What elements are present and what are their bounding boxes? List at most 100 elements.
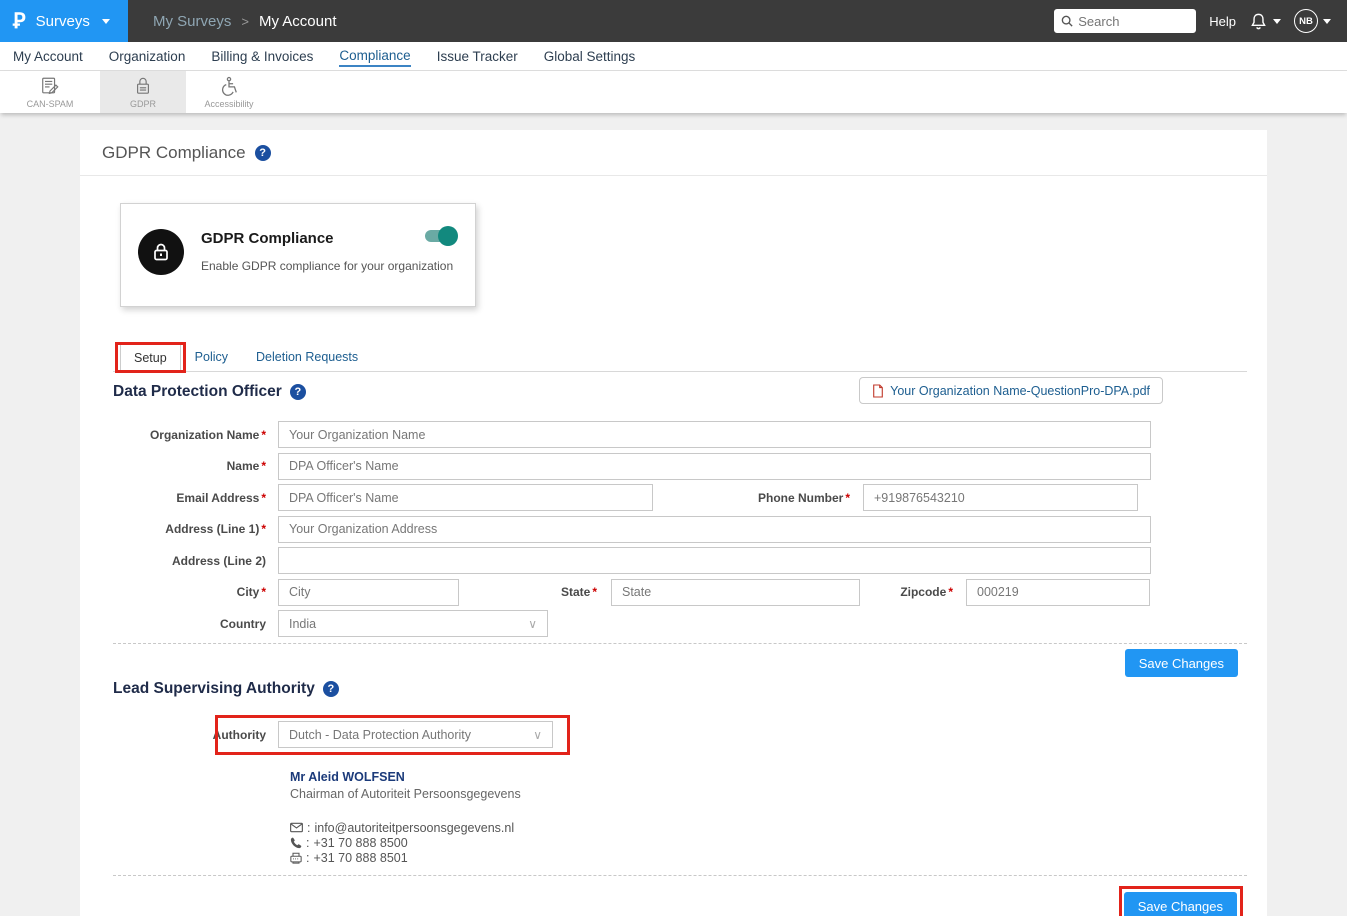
separator: : bbox=[306, 836, 309, 850]
lsa-section: Lead Supervising Authority ? Authority D… bbox=[80, 680, 1267, 916]
field-label: Name* bbox=[113, 459, 278, 473]
form-row-city-state-zip: City* State* Zipcode* bbox=[113, 579, 1247, 606]
field-label: City* bbox=[113, 585, 278, 599]
contact-fax: +31 70 888 8501 bbox=[313, 851, 407, 865]
form-row-email-phone: Email Address* Phone Number* bbox=[113, 484, 1247, 511]
nav-tab-my-account[interactable]: My Account bbox=[13, 47, 83, 66]
subtab-label: CAN-SPAM bbox=[27, 99, 74, 109]
phone-field[interactable] bbox=[863, 484, 1138, 511]
nav-tab-billing-invoices[interactable]: Billing & Invoices bbox=[211, 47, 313, 66]
separator: : bbox=[307, 821, 310, 835]
email-field[interactable] bbox=[278, 484, 653, 511]
field-label: Address (Line 2) bbox=[113, 554, 278, 568]
lsa-heading-row: Lead Supervising Authority ? bbox=[113, 680, 1247, 698]
setup-tabs: Setup Policy Deletion Requests bbox=[113, 343, 1247, 372]
gdpr-toggle[interactable] bbox=[425, 230, 455, 242]
state-field[interactable] bbox=[611, 579, 860, 606]
subtab-label: Accessibility bbox=[204, 99, 253, 109]
questionpro-logo: Ꝑ bbox=[13, 9, 26, 34]
section-divider bbox=[113, 875, 1247, 876]
account-menu[interactable]: NB bbox=[1294, 9, 1331, 33]
feature-card-title: GDPR Compliance bbox=[201, 230, 334, 247]
authority-value: Dutch - Data Protection Authority bbox=[289, 728, 471, 742]
tab-setup[interactable]: Setup bbox=[120, 344, 181, 372]
wheelchair-icon bbox=[219, 76, 239, 96]
chevron-down-icon bbox=[1323, 19, 1331, 24]
subtab-accessibility[interactable]: Accessibility bbox=[186, 71, 272, 113]
field-label: Country bbox=[113, 617, 278, 631]
nav-tab-compliance[interactable]: Compliance bbox=[339, 46, 410, 67]
notifications-button[interactable] bbox=[1249, 12, 1281, 31]
field-label: Zipcode* bbox=[860, 585, 966, 599]
search-input[interactable] bbox=[1078, 14, 1188, 29]
avatar: NB bbox=[1294, 9, 1318, 33]
authority-contact-card: Mr Aleid WOLFSEN Chairman of Autoriteit … bbox=[290, 770, 1247, 865]
page-title-row: GDPR Compliance ? bbox=[80, 130, 1267, 176]
address-line2-field[interactable] bbox=[278, 547, 1151, 574]
subtab-gdpr[interactable]: GDPR bbox=[100, 71, 186, 113]
address-line1-field[interactable] bbox=[278, 516, 1151, 543]
help-icon[interactable]: ? bbox=[323, 681, 339, 697]
chevron-down-icon bbox=[1273, 19, 1281, 24]
chevron-down-icon: ∨ bbox=[528, 617, 537, 631]
help-icon[interactable]: ? bbox=[255, 145, 271, 161]
name-field[interactable] bbox=[278, 453, 1151, 480]
lsa-save-row: Save Changes bbox=[113, 892, 1247, 916]
document-pencil-icon bbox=[40, 76, 60, 96]
gdpr-compliance-panel: GDPR Compliance ? GDPR Compliance Enable… bbox=[80, 130, 1267, 916]
field-label: State* bbox=[459, 585, 611, 599]
account-nav: My Account Organization Billing & Invoic… bbox=[0, 42, 1347, 71]
organization-name-field[interactable] bbox=[278, 421, 1151, 448]
help-link[interactable]: Help bbox=[1209, 14, 1236, 29]
subtab-can-spam[interactable]: CAN-SPAM bbox=[0, 71, 100, 113]
breadcrumb-separator: > bbox=[241, 14, 249, 29]
city-field[interactable] bbox=[278, 579, 459, 606]
padlock-icon bbox=[134, 76, 152, 96]
product-name: Surveys bbox=[36, 13, 90, 30]
contact-fax-line: : +31 70 888 8501 bbox=[290, 850, 1247, 865]
form-row-address1: Address (Line 1)* bbox=[113, 516, 1247, 543]
top-bar: Ꝑ Surveys My Surveys > My Account Help N… bbox=[0, 0, 1347, 42]
form-row-country: Country India ∨ bbox=[113, 610, 1247, 637]
dpo-section: Data Protection Officer ? Your Organizat… bbox=[80, 383, 1267, 677]
chevron-down-icon: ∨ bbox=[533, 728, 542, 742]
tab-deletion-requests[interactable]: Deletion Requests bbox=[242, 343, 372, 371]
authority-label: Authority bbox=[113, 728, 278, 742]
gdpr-toggle-knob bbox=[438, 226, 458, 246]
contact-phone: +31 70 888 8500 bbox=[313, 836, 407, 850]
form-row-organization-name: Organization Name* bbox=[113, 421, 1247, 448]
feature-card-subtitle: Enable GDPR compliance for your organiza… bbox=[201, 259, 453, 273]
authority-select[interactable]: Dutch - Data Protection Authority ∨ bbox=[278, 721, 553, 748]
dpa-pdf-button[interactable]: Your Organization Name-QuestionPro-DPA.p… bbox=[859, 377, 1163, 404]
nav-tab-global-settings[interactable]: Global Settings bbox=[544, 47, 636, 66]
fax-icon bbox=[290, 852, 302, 864]
dpa-pdf-label: Your Organization Name-QuestionPro-DPA.p… bbox=[890, 384, 1150, 398]
save-changes-button[interactable]: Save Changes bbox=[1125, 649, 1238, 677]
search-icon bbox=[1061, 15, 1073, 27]
dpo-form: Organization Name* Name* Email Address* … bbox=[113, 421, 1247, 637]
help-icon[interactable]: ? bbox=[290, 384, 306, 400]
save-changes-button[interactable]: Save Changes bbox=[1124, 892, 1237, 916]
contact-phone-line: : +31 70 888 8500 bbox=[290, 835, 1247, 850]
field-label: Address (Line 1)* bbox=[113, 522, 278, 536]
product-switcher[interactable]: Ꝑ Surveys bbox=[0, 0, 128, 42]
tab-policy[interactable]: Policy bbox=[181, 343, 242, 371]
authority-row: Authority Dutch - Data Protection Author… bbox=[113, 721, 1247, 748]
contact-title: Chairman of Autoriteit Persoonsgegevens bbox=[290, 787, 1247, 801]
tab-setup-label: Setup bbox=[134, 351, 167, 365]
breadcrumb-my-surveys[interactable]: My Surveys bbox=[153, 13, 231, 30]
search-box[interactable] bbox=[1054, 9, 1196, 33]
compliance-subnav: CAN-SPAM GDPR Accessibility bbox=[0, 71, 1347, 113]
nav-tab-issue-tracker[interactable]: Issue Tracker bbox=[437, 47, 518, 66]
country-select[interactable]: India ∨ bbox=[278, 610, 548, 637]
subtab-label: GDPR bbox=[130, 99, 156, 109]
field-label: Phone Number* bbox=[653, 491, 863, 505]
section-divider bbox=[113, 643, 1247, 644]
form-row-name: Name* bbox=[113, 453, 1247, 480]
dpo-heading: Data Protection Officer bbox=[113, 383, 282, 401]
field-label: Organization Name* bbox=[113, 428, 278, 442]
contact-email: info@autoriteitpersoonsgegevens.nl bbox=[314, 821, 514, 835]
zipcode-field[interactable] bbox=[966, 579, 1150, 606]
nav-tab-organization[interactable]: Organization bbox=[109, 47, 186, 66]
bell-icon bbox=[1249, 12, 1268, 31]
